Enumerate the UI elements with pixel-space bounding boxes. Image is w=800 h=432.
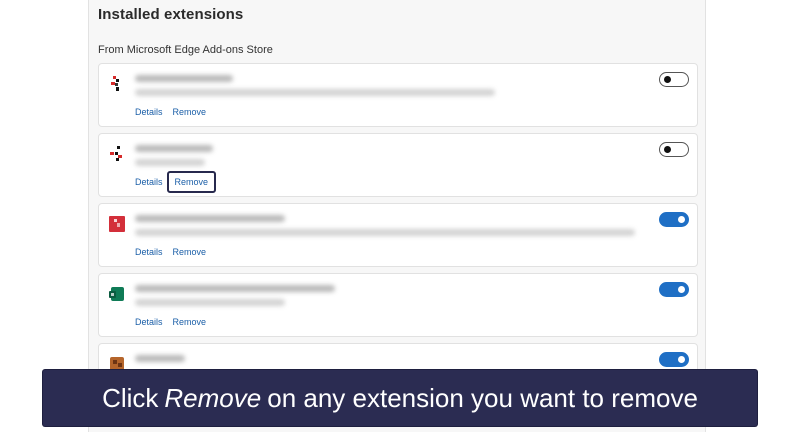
toggle-knob	[678, 356, 685, 363]
red-lock-icon	[109, 216, 125, 232]
caption-prefix: Click	[102, 382, 159, 413]
section-title: Installed extensions	[98, 6, 244, 23]
extension-name-redacted	[135, 285, 335, 292]
green-box-icon	[109, 287, 124, 301]
instruction-caption: Click Remove on any extension you want t…	[43, 370, 757, 426]
extension-description-redacted	[135, 299, 285, 306]
extension-toggle[interactable]	[659, 352, 689, 367]
remove-link[interactable]: Remove	[173, 316, 207, 328]
extension-description-redacted	[135, 159, 205, 166]
remove-link-highlighted[interactable]: Remove	[166, 171, 217, 193]
toggle-knob	[678, 286, 685, 293]
extension-toggle[interactable]	[659, 212, 689, 227]
toggle-knob	[664, 75, 671, 83]
details-link[interactable]: Details	[135, 246, 163, 258]
remove-link[interactable]: Remove	[173, 106, 207, 118]
extension-card: Details Remove	[98, 63, 698, 127]
extensions-panel: Installed extensions From Microsoft Edge…	[88, 0, 706, 432]
extension-description-redacted	[135, 89, 495, 96]
red-black-pixel-icon	[110, 146, 122, 161]
caption-suffix: on any extension you want to remove	[267, 382, 698, 413]
extension-card: Details Remove	[98, 273, 698, 337]
extension-description-redacted	[135, 229, 635, 236]
details-link[interactable]: Details	[135, 176, 163, 188]
extension-toggle[interactable]	[659, 282, 689, 297]
extension-name-redacted	[135, 75, 233, 82]
red-black-pixel-icon	[111, 76, 119, 91]
extension-toggle[interactable]	[659, 142, 689, 157]
details-link[interactable]: Details	[135, 106, 163, 118]
extension-toggle[interactable]	[659, 72, 689, 87]
caption-emphasis: Remove	[164, 382, 262, 413]
remove-link[interactable]: Remove	[173, 246, 207, 258]
details-link[interactable]: Details	[135, 316, 163, 328]
extension-card: Details Remove	[98, 133, 698, 197]
toggle-knob	[678, 216, 685, 223]
extension-card: Details Remove	[98, 203, 698, 267]
extension-name-redacted	[135, 145, 213, 152]
extension-name-redacted	[135, 215, 285, 222]
extension-name-redacted	[135, 355, 185, 362]
toggle-knob	[664, 145, 671, 153]
section-subtitle: From Microsoft Edge Add-ons Store	[98, 44, 273, 56]
